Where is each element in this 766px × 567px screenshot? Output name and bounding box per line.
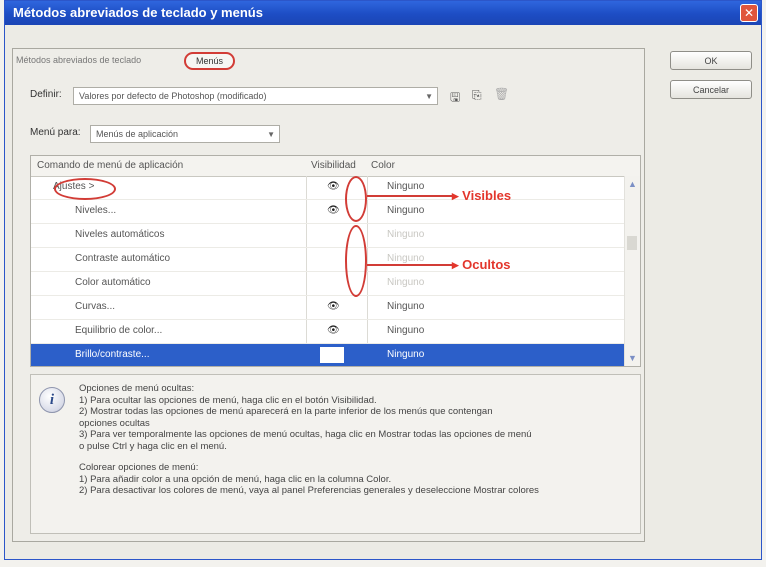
info-line: Opciones de menú ocultas:: [79, 383, 195, 394]
table-row[interactable]: Contraste automático Ninguno: [31, 248, 640, 272]
definir-value: Valores por defecto de Photoshop (modifi…: [79, 91, 267, 101]
annotation-line-visibles: [367, 195, 455, 197]
menu-para-label: Menú para:: [30, 127, 81, 138]
scroll-down-icon[interactable]: ▼: [628, 353, 637, 363]
color-value[interactable]: Ninguno: [387, 253, 424, 264]
visibility-toggle[interactable]: [320, 347, 344, 363]
color-value[interactable]: Ninguno: [387, 301, 424, 312]
column-header-visibility[interactable]: Visibilidad: [311, 160, 356, 171]
menu-para-select[interactable]: Menús de aplicación ▼: [90, 125, 280, 143]
info-line: opciones ocultas: [79, 417, 150, 429]
table-row[interactable]: Color automático Ninguno: [31, 272, 640, 296]
info-line: 1) Para añadir color a una opción de men…: [79, 473, 392, 485]
eye-icon[interactable]: 👁: [327, 181, 340, 192]
color-value[interactable]: Ninguno: [387, 181, 424, 192]
table-row[interactable]: Niveles automáticos Ninguno: [31, 224, 640, 248]
save-icon[interactable]: 🖫: [450, 88, 460, 109]
dialog-title: Métodos abreviados de teclado y menús: [13, 5, 263, 20]
column-header-command[interactable]: Comando de menú de aplicación: [37, 160, 183, 171]
info-icon: i: [39, 387, 65, 413]
color-value[interactable]: Ninguno: [387, 349, 424, 360]
info-line: 3) Para ver temporalmente las opciones d…: [79, 429, 532, 440]
annotation-visibles: ▸ Visibles: [452, 188, 512, 203]
table-header: Comando de menú de aplicación Visibilida…: [31, 156, 640, 177]
command-label: Niveles automáticos: [75, 229, 165, 240]
annotation-ocultos-text: Ocultos: [462, 257, 511, 272]
eye-icon[interactable]: 👁: [327, 205, 340, 216]
command-label: Curvas...: [75, 301, 116, 312]
info-line: Colorear opciones de menú:: [79, 462, 199, 473]
chevron-down-icon: ▼: [425, 92, 433, 101]
color-value[interactable]: Ninguno: [387, 205, 424, 216]
definir-label: Definir:: [30, 89, 62, 100]
info-line: o pulse Ctrl y haga clic en el menú.: [79, 440, 227, 452]
definir-select[interactable]: Valores por defecto de Photoshop (modifi…: [73, 87, 438, 105]
annotation-visibles-text: Visibles: [462, 188, 512, 203]
tab-menus[interactable]: Menús: [184, 52, 236, 70]
command-label: Niveles...: [75, 205, 117, 216]
annotation-ring-visibles: [345, 176, 367, 222]
table-row[interactable]: Equilibrio de color... 👁 Ninguno: [31, 320, 640, 344]
info-line: 1) Para ocultar las opciones de menú, ha…: [79, 394, 377, 406]
annotation-ocultos: ▸ Ocultos: [452, 257, 511, 272]
menu-command-table: Comando de menú de aplicación Visibilida…: [30, 155, 641, 367]
table-row[interactable]: Curvas... 👁 Ninguno: [31, 296, 640, 320]
close-button[interactable]: ✕: [740, 4, 758, 22]
color-value[interactable]: Ninguno: [387, 229, 424, 240]
color-value[interactable]: Ninguno: [387, 325, 424, 336]
command-label: Color automático: [75, 277, 151, 288]
info-line: 2) Mostrar todas las opciones de menú ap…: [79, 406, 493, 417]
color-value[interactable]: Ninguno: [387, 277, 424, 288]
tab-keyboard-shortcuts[interactable]: Métodos abreviados de teclado: [16, 55, 141, 65]
column-header-color[interactable]: Color: [371, 160, 395, 171]
annotation-line-ocultos: [367, 264, 452, 266]
command-label: Brillo/contraste...: [75, 349, 150, 360]
command-label: Equilibrio de color...: [75, 325, 163, 336]
save-as-icon[interactable]: ⎘: [472, 88, 482, 103]
chevron-down-icon: ▼: [267, 130, 275, 139]
annotation-ring-ajustes: [54, 178, 116, 200]
eye-icon[interactable]: 👁: [327, 301, 340, 312]
ok-button[interactable]: OK: [670, 51, 752, 70]
info-text: Opciones de menú ocultas: 1) Para oculta…: [79, 383, 634, 497]
delete-icon[interactable]: 🗑: [494, 87, 509, 101]
table-row[interactable]: Ajustes > 👁 Ninguno: [31, 176, 640, 200]
scroll-up-icon[interactable]: ▲: [628, 179, 637, 189]
annotation-ring-ocultos: [345, 225, 367, 297]
eye-icon[interactable]: 👁: [327, 325, 340, 336]
table-row[interactable]: Brillo/contraste... Ninguno: [31, 344, 640, 366]
vertical-scrollbar[interactable]: ▲ ▼: [624, 176, 640, 366]
scroll-thumb[interactable]: [627, 236, 637, 250]
table-row[interactable]: Niveles... 👁 Ninguno: [31, 200, 640, 224]
info-box: i Opciones de menú ocultas: 1) Para ocul…: [30, 374, 641, 534]
title-bar: Métodos abreviados de teclado y menús: [5, 1, 761, 25]
menu-para-value: Menús de aplicación: [96, 129, 179, 139]
command-label: Contraste automático: [75, 253, 171, 264]
info-line: 2) Para desactivar los colores de menú, …: [79, 485, 539, 496]
cancel-button[interactable]: Cancelar: [670, 80, 752, 99]
